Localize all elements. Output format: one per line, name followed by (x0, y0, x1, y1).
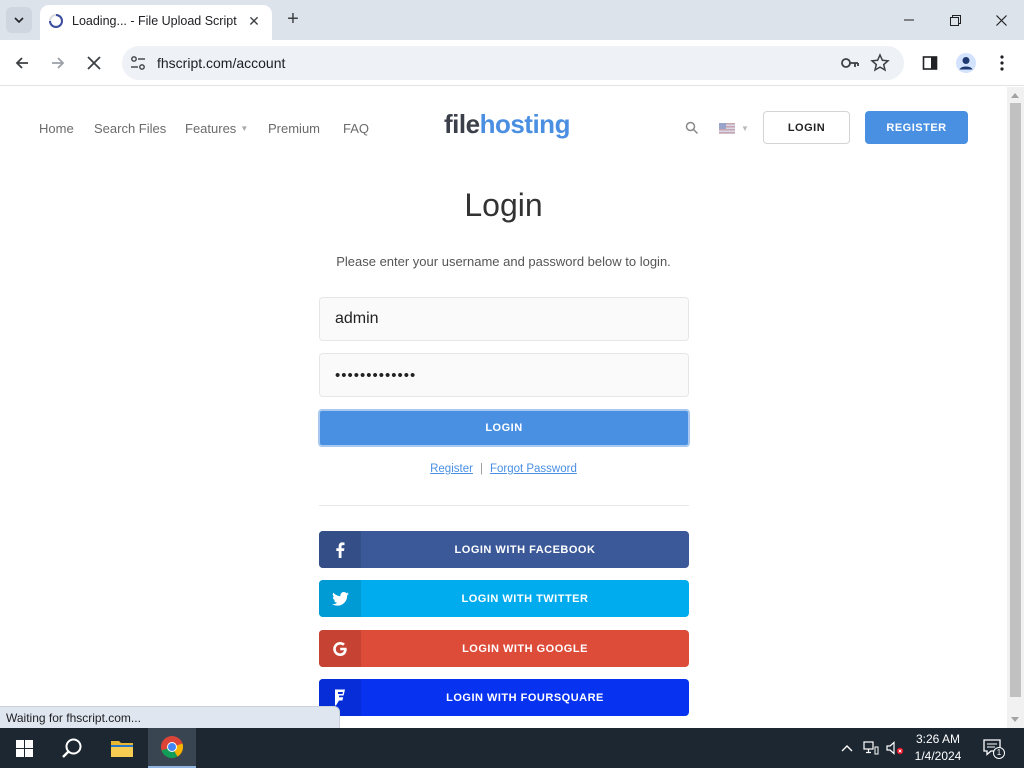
tab-title: Loading... - File Upload Script (72, 14, 237, 28)
nav-search-files[interactable]: Search Files (94, 121, 166, 136)
chrome-icon (161, 736, 184, 759)
start-button[interactable] (0, 728, 48, 768)
divider (319, 505, 689, 506)
account-links: Register | Forgot Password (0, 463, 1007, 475)
browser-tab-strip: Loading... - File Upload Script ✕ + (0, 0, 1024, 40)
google-label: LOGIN WITH GOOGLE (462, 642, 588, 655)
nav-faq[interactable]: FAQ (343, 121, 369, 136)
logo-part2: hosting (479, 109, 571, 139)
register-link[interactable]: Register (430, 463, 473, 475)
network-icon[interactable] (860, 728, 882, 768)
forgot-password-link[interactable]: Forgot Password (490, 463, 577, 475)
side-panel-icon (922, 56, 938, 70)
scroll-up-arrow-icon[interactable] (1011, 93, 1019, 98)
avatar-icon (956, 53, 976, 73)
profile-button[interactable] (952, 49, 980, 77)
us-flag-icon[interactable] (719, 123, 735, 134)
page-title: Login (464, 187, 543, 223)
tab-search-dropdown[interactable] (6, 7, 32, 33)
facebook-label: LOGIN WITH FACEBOOK (454, 543, 596, 556)
link-separator: | (479, 463, 483, 475)
screen: Loading... - File Upload Script ✕ + fhsc… (0, 0, 1024, 768)
caret-down-icon[interactable]: ▼ (741, 124, 749, 133)
minimize-button[interactable] (886, 0, 932, 40)
password-field[interactable]: ••••••••••••• (319, 353, 689, 397)
restore-icon (949, 14, 961, 26)
search-icon (62, 738, 82, 758)
arrow-left-icon (15, 57, 28, 69)
facebook-icon (319, 531, 361, 568)
forward-button[interactable] (44, 49, 72, 77)
site-logo[interactable]: filehosting (444, 109, 570, 140)
close-icon (995, 14, 1007, 26)
loading-spinner-icon (49, 14, 63, 28)
windows-logo-icon (15, 739, 33, 757)
show-hidden-icons-button[interactable] (838, 728, 856, 768)
taskbar-file-explorer[interactable] (98, 728, 146, 768)
scroll-down-arrow-icon[interactable] (1011, 717, 1019, 722)
logo-part1: file (444, 109, 480, 139)
search-icon[interactable] (685, 121, 699, 135)
windows-taskbar: 3:26 AM 1/4/2024 1 (0, 728, 1024, 768)
chevron-down-icon (14, 17, 24, 23)
header-login-button[interactable]: LOGIN (763, 111, 850, 144)
stop-loading-button[interactable] (80, 49, 108, 77)
volume-muted-icon[interactable] (884, 728, 906, 768)
twitter-icon (319, 580, 361, 617)
notification-count: 1 (993, 747, 1005, 759)
close-icon (87, 56, 101, 70)
login-facebook-button[interactable]: LOGIN WITH FACEBOOK (319, 531, 689, 568)
chevron-up-icon (841, 744, 853, 751)
page-content: Home Search Files Features ▼ Premium FAQ … (0, 87, 1007, 728)
kebab-menu-icon (1000, 55, 1004, 71)
url-text[interactable]: fhscript.com/account (157, 55, 285, 71)
taskbar-search-button[interactable] (48, 728, 96, 768)
close-window-button[interactable] (978, 0, 1024, 40)
star-icon[interactable] (870, 53, 890, 73)
system-clock[interactable]: 3:26 AM 1/4/2024 (905, 731, 971, 765)
google-icon (319, 630, 361, 667)
password-value: ••••••••••••• (335, 366, 417, 384)
clock-date: 1/4/2024 (914, 749, 962, 763)
username-value: admin (335, 310, 379, 327)
close-tab-icon[interactable]: ✕ (244, 11, 264, 31)
caret-down-icon: ▼ (240, 124, 249, 133)
login-google-button[interactable]: LOGIN WITH GOOGLE (319, 630, 689, 667)
twitter-label: LOGIN WITH TWITTER (461, 592, 589, 605)
clock-time: 3:26 AM (915, 732, 961, 746)
notifications-button[interactable]: 1 (980, 728, 1006, 768)
login-foursquare-button[interactable]: LOGIN WITH FOURSQUARE (319, 679, 689, 716)
nav-features[interactable]: Features ▼ (185, 121, 248, 136)
menu-button[interactable] (988, 49, 1016, 77)
nav-home[interactable]: Home (39, 121, 74, 136)
login-submit-button[interactable]: LOGIN (318, 409, 690, 447)
site-settings-icon[interactable] (130, 55, 146, 71)
browser-tab[interactable]: Loading... - File Upload Script ✕ (40, 5, 272, 40)
page-scrollbar[interactable] (1007, 87, 1024, 728)
key-icon[interactable] (840, 54, 860, 72)
back-button[interactable] (8, 49, 36, 77)
folder-icon (111, 741, 133, 757)
arrow-right-icon (52, 57, 65, 69)
login-twitter-button[interactable]: LOGIN WITH TWITTER (319, 580, 689, 617)
scroll-thumb[interactable] (1010, 103, 1021, 697)
foursquare-label: LOGIN WITH FOURSQUARE (446, 691, 604, 704)
side-panel-button[interactable] (916, 49, 944, 77)
username-field[interactable]: admin (319, 297, 689, 341)
taskbar-chrome[interactable] (148, 728, 196, 768)
nav-features-label: Features (185, 121, 237, 136)
address-bar[interactable]: fhscript.com/account (122, 46, 904, 80)
nav-premium[interactable]: Premium (268, 121, 320, 136)
browser-toolbar: fhscript.com/account (0, 40, 1024, 86)
minimize-icon (904, 19, 914, 21)
header-register-button[interactable]: REGISTER (865, 111, 968, 144)
login-instructions: Please enter your username and password … (336, 254, 671, 269)
browser-status-bar: Waiting for fhscript.com... (0, 706, 340, 728)
restore-button[interactable] (932, 0, 978, 40)
new-tab-button[interactable]: + (282, 8, 304, 30)
